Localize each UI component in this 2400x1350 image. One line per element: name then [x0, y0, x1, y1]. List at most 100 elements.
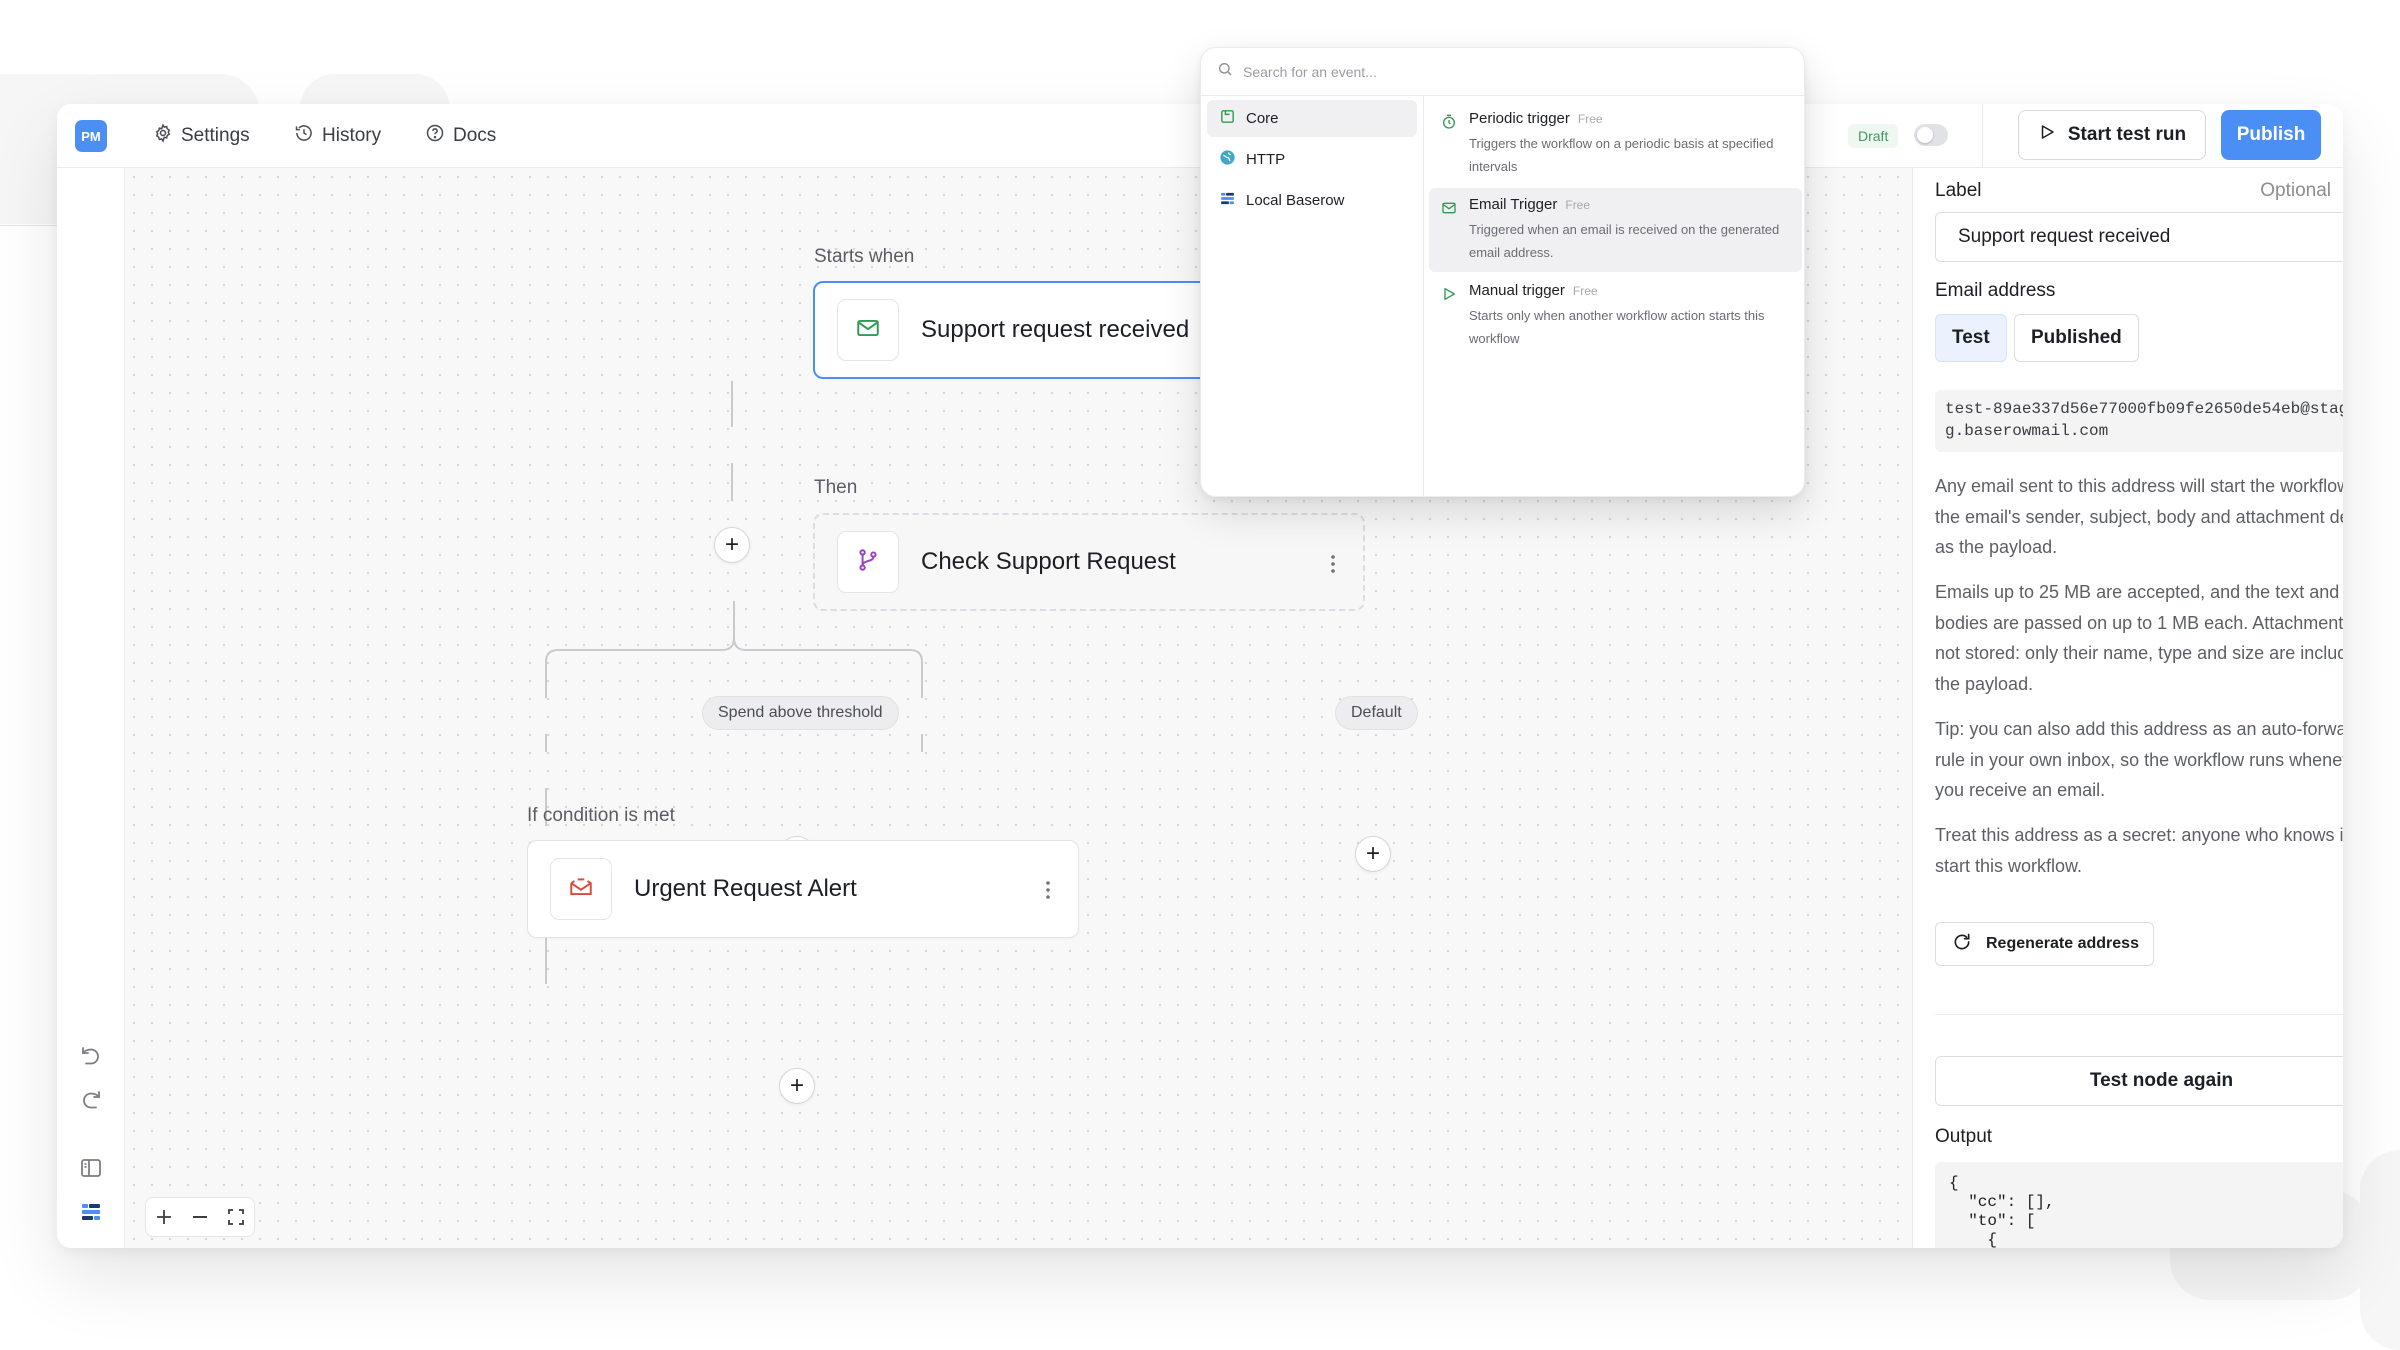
background-line	[0, 225, 60, 226]
event-title-row: Manual trigger Free	[1469, 282, 1790, 299]
play-icon	[1441, 286, 1457, 302]
event-categories: Core HTTP Local Baserow	[1201, 96, 1424, 496]
event-description: Triggers the workflow on a periodic basi…	[1469, 136, 1774, 174]
timer-icon	[1441, 114, 1457, 130]
publish-button[interactable]: Publish	[2221, 110, 2321, 160]
test-node-again-button[interactable]: Test node again	[1935, 1056, 2343, 1106]
branch-icon	[855, 547, 881, 578]
category-label: Local Baserow	[1246, 192, 1345, 209]
core-icon	[1219, 108, 1236, 129]
secret-warning-paragraph: Treat this address as a secret: anyone w…	[1935, 825, 2343, 876]
redo-icon[interactable]	[79, 1090, 103, 1114]
baserow-icon[interactable]	[79, 1200, 103, 1224]
label-input[interactable]	[1935, 212, 2343, 262]
add-node-button[interactable]: +	[1355, 836, 1391, 872]
zoom-in-icon[interactable]	[152, 1205, 176, 1229]
workspace-logo[interactable]: PM	[75, 120, 107, 152]
free-badge: Free	[1577, 112, 1603, 126]
zoom-out-icon[interactable]	[188, 1205, 212, 1229]
left-toolbar	[57, 168, 125, 1248]
add-node-button[interactable]: +	[714, 527, 750, 563]
sidebar-toggle-icon[interactable]	[79, 1156, 103, 1180]
search-icon	[1217, 61, 1233, 82]
event-title-row: Email Trigger Free	[1469, 196, 1790, 213]
event-manual-trigger[interactable]: Manual trigger Free Starts only when anot…	[1429, 274, 1802, 358]
trigger-heading: Starts when	[814, 246, 915, 267]
event-search-input[interactable]	[1243, 63, 1743, 80]
node-settings-panel: Label Optional Email address Test Publis…	[1912, 168, 2343, 1248]
output-heading: Output	[1935, 1126, 1993, 1147]
more-vertical-icon[interactable]	[1323, 553, 1343, 575]
optional-hint: Optional	[2260, 180, 2331, 201]
label-heading: Label	[1935, 180, 1982, 201]
globe-icon	[1219, 149, 1236, 170]
trigger-node-title: Support request received	[921, 316, 1190, 343]
event-description: Starts only when another workflow action…	[1469, 308, 1765, 346]
category-label: HTTP	[1246, 151, 1286, 168]
settings-nav[interactable]: Settings	[153, 122, 250, 150]
start-test-run-button[interactable]: Start test run	[2018, 110, 2206, 160]
regenerate-address-label: Regenerate address	[1986, 935, 2139, 952]
email-address-value[interactable]: test-89ae337d56e77000fb09fe2650de54eb@st…	[1935, 390, 2343, 452]
history-icon	[294, 123, 314, 149]
baserow-icon	[1219, 190, 1236, 211]
undo-icon[interactable]	[79, 1046, 103, 1070]
start-test-run-label: Start test run	[2067, 124, 2187, 145]
event-email-trigger[interactable]: Email Trigger Free Triggered when an emai…	[1429, 188, 1802, 272]
tab-test[interactable]: Test	[1935, 314, 2007, 362]
router-heading: Then	[814, 477, 858, 498]
event-picker-popup: Core HTTP Local Baserow Periodic trigger…	[1200, 47, 1805, 497]
router-node-title: Check Support Request	[921, 548, 1176, 575]
free-badge: Free	[1572, 284, 1598, 298]
router-node[interactable]: Check Support Request	[813, 513, 1365, 611]
zoom-controls	[145, 1197, 255, 1237]
divider	[1935, 1014, 2343, 1015]
play-icon	[2038, 123, 2056, 147]
action-icon-box	[550, 858, 612, 920]
branch-condition-pill[interactable]: Spend above threshold	[702, 696, 899, 730]
tip-paragraph: Tip: you can also add this address as an…	[1935, 719, 2343, 800]
limits-paragraph: Emails up to 25 MB are accepted, and the…	[1935, 582, 2343, 694]
mail-icon	[855, 315, 881, 346]
mail-alert-icon	[568, 874, 594, 905]
docs-label: Docs	[453, 125, 497, 146]
mail-icon	[1441, 200, 1457, 216]
trigger-icon-box	[837, 299, 899, 361]
category-http[interactable]: HTTP	[1207, 141, 1417, 178]
output-json[interactable]: { "cc": [], "to": [ {	[1935, 1162, 2343, 1248]
background-shape	[2360, 1150, 2400, 1350]
event-list: Periodic trigger Free Triggers the workfl…	[1425, 96, 1804, 496]
tab-published[interactable]: Published	[2014, 314, 2139, 362]
more-vertical-icon[interactable]	[1038, 879, 1058, 901]
free-badge: Free	[1565, 198, 1591, 212]
event-title: Periodic trigger	[1469, 110, 1570, 127]
workflow-enabled-toggle[interactable]	[1914, 124, 1948, 146]
history-label: History	[322, 125, 382, 146]
category-label: Core	[1246, 110, 1279, 127]
branch-default-pill[interactable]: Default	[1335, 696, 1418, 730]
action-node[interactable]: Urgent Request Alert	[527, 840, 1079, 938]
action-node-title: Urgent Request Alert	[634, 875, 857, 902]
help-icon	[425, 123, 445, 149]
description-paragraph: Any email sent to this address will star…	[1935, 476, 2343, 557]
settings-label: Settings	[181, 125, 250, 146]
status-badge: Draft	[1848, 124, 1899, 148]
refresh-icon	[1952, 932, 1972, 957]
event-description: Triggered when an email is received on t…	[1469, 222, 1780, 260]
condition-heading: If condition is met	[527, 805, 675, 826]
event-title: Email Trigger	[1469, 196, 1558, 213]
fit-view-icon[interactable]	[224, 1205, 248, 1229]
event-title-row: Periodic trigger Free	[1469, 110, 1790, 127]
gear-icon	[153, 123, 173, 149]
history-nav[interactable]: History	[294, 122, 381, 150]
email-address-heading: Email address	[1935, 280, 2056, 301]
docs-nav[interactable]: Docs	[425, 122, 496, 150]
category-local-baserow[interactable]: Local Baserow	[1207, 182, 1417, 219]
divider	[1982, 104, 1983, 168]
add-node-button[interactable]: +	[779, 1068, 815, 1104]
event-search	[1201, 48, 1804, 96]
event-title: Manual trigger	[1469, 282, 1565, 299]
regenerate-address-button[interactable]: Regenerate address	[1935, 922, 2154, 966]
category-core[interactable]: Core	[1207, 100, 1417, 137]
event-periodic-trigger[interactable]: Periodic trigger Free Triggers the workfl…	[1429, 102, 1802, 186]
